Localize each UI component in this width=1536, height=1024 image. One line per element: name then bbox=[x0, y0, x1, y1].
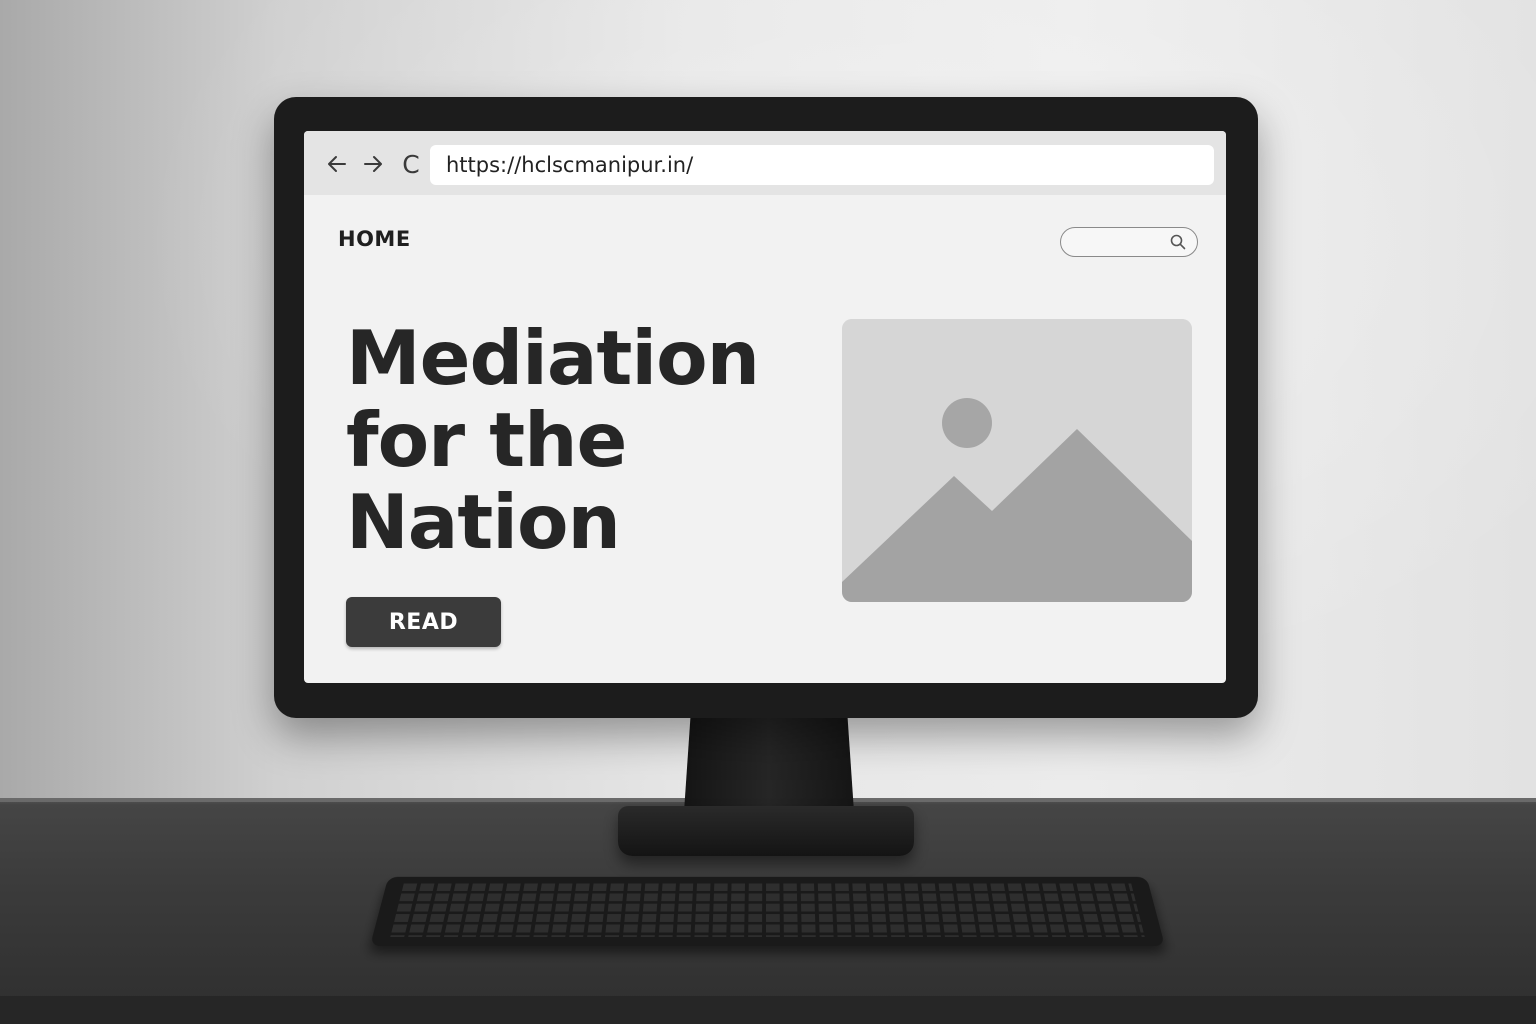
monitor-stand-base bbox=[618, 806, 914, 856]
reload-button[interactable]: C bbox=[396, 149, 426, 179]
nav-home-link[interactable]: HOME bbox=[338, 227, 411, 251]
screen: C https://hclscmanipur.in/ HOME Mediatio… bbox=[304, 131, 1226, 683]
headline-line-1: Mediation bbox=[346, 314, 760, 402]
browser-toolbar: C https://hclscmanipur.in/ bbox=[304, 131, 1226, 195]
hero-headline: Mediation for the Nation bbox=[346, 317, 846, 563]
arrow-right-icon bbox=[364, 156, 382, 172]
back-button[interactable] bbox=[322, 149, 352, 179]
keyboard-keys bbox=[390, 883, 1145, 937]
search-input[interactable] bbox=[1060, 227, 1198, 257]
forward-button[interactable] bbox=[358, 149, 388, 179]
monitor-stand-neck bbox=[684, 712, 854, 812]
address-bar[interactable]: https://hclscmanipur.in/ bbox=[430, 145, 1214, 185]
search-icon[interactable] bbox=[1169, 233, 1187, 251]
image-placeholder-icon bbox=[842, 319, 1192, 602]
monitor: C https://hclscmanipur.in/ HOME Mediatio… bbox=[274, 97, 1258, 718]
hero-image bbox=[842, 319, 1192, 602]
arrow-left-icon bbox=[328, 156, 346, 172]
read-button[interactable]: READ bbox=[346, 597, 501, 647]
headline-line-2: for the Nation bbox=[346, 396, 627, 566]
keyboard bbox=[370, 876, 1165, 946]
